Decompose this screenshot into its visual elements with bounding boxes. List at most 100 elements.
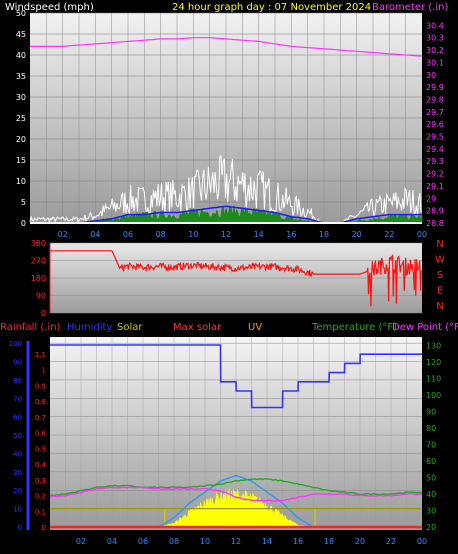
barometer-y-tick-label: 28.9 (426, 207, 444, 216)
temperature-y-tick-label: 20 (426, 523, 436, 532)
wind-x-tick-label: 14 (254, 230, 264, 239)
legend-temperature: Temperature (°F) (311, 322, 397, 333)
legend-dewpoint: Dew Point (°F) (392, 322, 458, 333)
wind-y-tick-label: 15 (16, 156, 26, 165)
humidity-y-tick-label: 70 (13, 395, 22, 403)
direction-y-tick-label: 90 (36, 292, 46, 301)
temperature-y-tick-label: 70 (426, 441, 436, 450)
rain-x-tick-label: 20 (355, 537, 365, 546)
direction-y-tick-label: 270 (31, 257, 46, 266)
wind-y-tick-label: 0 (21, 219, 26, 228)
rain-x-tick-label: 18 (324, 537, 334, 546)
rainfall-y-tick-label: 0 (42, 524, 46, 532)
humidity-y-ticks: 0 10 20 30 40 50 60 70 80 90 100 (9, 340, 22, 532)
direction-compass-labels: NWSEN (435, 239, 445, 312)
rain-x-tick-label: 06 (138, 537, 148, 546)
rainfall-y-tick-label: 1.1 (35, 351, 46, 359)
humidity-y-tick-label: 60 (13, 414, 22, 422)
rain-x-tick-label: 10 (200, 537, 210, 546)
direction-y-tick-label: 0 (41, 309, 46, 318)
wind-y-tick-label: 5 (21, 198, 26, 207)
temperature-y-tick-label: 110 (426, 375, 441, 384)
temperature-y-tick-label: 40 (426, 490, 436, 499)
legend-rainfall: Rainfall (.in) (0, 322, 61, 333)
wind-y-tick-label: 20 (16, 135, 26, 144)
humidity-y-tick-label: 20 (13, 487, 22, 495)
rainfall-y-tick-label: 0.8 (35, 398, 46, 406)
rainfall-y-tick-label: 0.5 (35, 445, 46, 453)
rain-x-tick-label: 22 (386, 537, 396, 546)
wind-x-tick-label: 00 (417, 230, 427, 239)
wind-y-tick-label: 30 (16, 93, 26, 102)
humidity-y-tick-label: 10 (13, 506, 22, 514)
wind-x-tick-label: 22 (384, 230, 394, 239)
temperature-y-tick-label: 100 (426, 391, 441, 400)
wind-y-tick-label: 45 (16, 30, 26, 39)
temperature-y-tick-label: 90 (426, 408, 436, 417)
humidity-y-tick-label: 50 (13, 432, 22, 440)
barometer-y-tick-label: 29.2 (426, 170, 444, 179)
wind-x-tick-label: 12 (221, 230, 231, 239)
rainfall-y-tick-label: 0.2 (35, 493, 46, 501)
graph-title: 24 hour graph day : 07 November 2024 (172, 2, 371, 13)
compass-label: W (435, 255, 445, 266)
rain-x-ticks: 02 04 06 08 10 12 14 16 18 20 22 00 (76, 537, 427, 546)
barometer-y-tick-label: 29.8 (426, 95, 444, 104)
humidity-y-tick-label: 80 (13, 377, 22, 385)
rain-x-tick-label: 08 (169, 537, 179, 546)
wind-y-ticks: 0 5 10 15 20 25 30 35 40 45 50 (16, 9, 26, 228)
rainfall-y-tick-label: 0.7 (35, 414, 46, 422)
barometer-y-tick-label: 30.3 (426, 34, 444, 43)
temperature-y-tick-label: 80 (426, 424, 436, 433)
barometer-y-tick-label: 30.4 (426, 21, 444, 30)
temperature-y-ticks: 20 30 40 50 60 70 80 90 100 110 120 130 (426, 342, 441, 532)
legend-solar: Solar (117, 322, 143, 333)
barometer-axis-label: Barometer (.in) (372, 2, 448, 13)
wind-y-tick-label: 35 (16, 72, 26, 81)
wind-x-ticks: 02 04 06 08 10 12 14 16 18 20 22 00 (58, 230, 428, 239)
temperature-y-tick-label: 60 (426, 457, 436, 466)
barometer-y-tick-label: 30.1 (426, 58, 444, 67)
legend-max-solar: Max solar (173, 322, 222, 333)
temperature-y-tick-label: 30 (426, 507, 436, 516)
barometer-y-tick-label: 28.8 (426, 219, 444, 228)
wind-x-tick-label: 02 (58, 230, 68, 239)
barometer-y-ticks: 28.8 28.9 29 29.1 29.2 29.3 29.4 29.5 29.6 29.7 29… (426, 21, 444, 228)
rainfall-y-tick-label: 0.9 (35, 382, 46, 390)
wind-x-tick-label: 10 (188, 230, 198, 239)
wind-x-tick-label: 06 (123, 230, 133, 239)
wind-x-tick-label: 18 (319, 230, 329, 239)
barometer-y-tick-label: 29.5 (426, 133, 444, 142)
wind-x-tick-label: 04 (90, 230, 100, 239)
direction-y-tick-label: 360 (31, 239, 46, 248)
humidity-y-tick-label: 0 (18, 524, 22, 532)
wind-y-tick-label: 10 (16, 177, 26, 186)
rainfall-y-tick-label: 0.4 (35, 461, 47, 469)
temperature-y-tick-label: 130 (426, 342, 441, 351)
barometer-y-tick-label: 30 (426, 71, 436, 80)
direction-y-tick-label: 180 (31, 274, 46, 283)
weather-graph-page: Windspeed (mph) 24 hour graph day : 07 N… (0, 0, 458, 550)
wind-x-tick-label: 20 (352, 230, 362, 239)
compass-label: N (436, 301, 443, 312)
graph-canvas: Windspeed (mph) 24 hour graph day : 07 N… (0, 2, 458, 546)
barometer-y-tick-label: 30.2 (426, 46, 444, 55)
compass-label: S (437, 270, 443, 281)
compass-label: N (436, 239, 443, 250)
barometer-y-tick-label: 29.9 (426, 83, 444, 92)
rainfall-y-tick-label: 0.6 (35, 430, 47, 438)
barometer-y-tick-label: 29 (426, 194, 436, 203)
wind-x-tick-label: 16 (286, 230, 296, 239)
humidity-y-tick-label: 30 (13, 469, 22, 477)
barometer-y-tick-label: 29.7 (426, 108, 444, 117)
direction-y-ticks: 0 90 180 270 360 (31, 239, 46, 318)
temperature-y-tick-label: 120 (426, 358, 441, 367)
rain-x-tick-label: 14 (262, 537, 272, 546)
wind-x-tick-label: 08 (156, 230, 166, 239)
legend-humidity: Humidity (67, 322, 112, 333)
rainfall-y-ticks: 0 0.1 0.2 0.3 0.4 0.5 0.6 0.7 0.8 0.9 1 1.1 (35, 351, 47, 532)
wind-y-tick-label: 50 (16, 9, 26, 18)
rain-x-tick-label: 00 (417, 537, 427, 546)
humidity-y-tick-label: 100 (9, 340, 22, 348)
legend-uv: UV (248, 322, 262, 333)
